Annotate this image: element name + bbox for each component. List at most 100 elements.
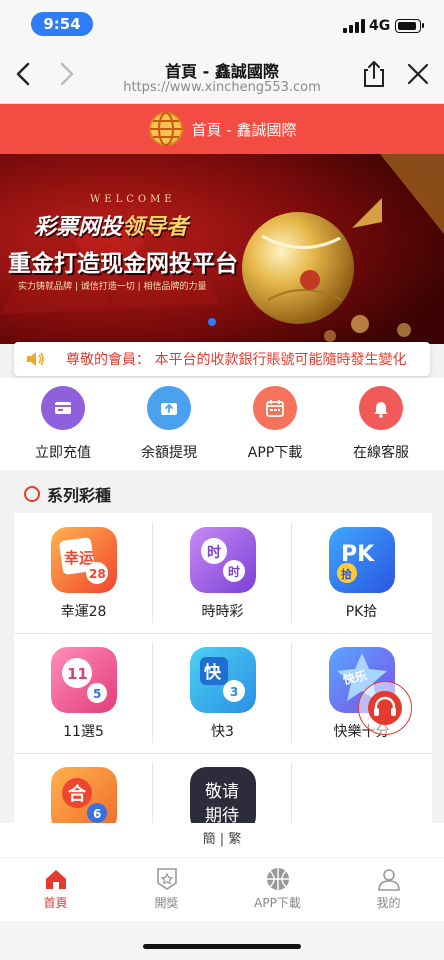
- ssc-badge-text: 时: [207, 544, 221, 561]
- tab-awards[interactable]: 開獎: [111, 858, 222, 921]
- tab-profile[interactable]: 我的: [333, 858, 444, 921]
- banner-slogan: 彩票网投领导者: [34, 209, 188, 241]
- withdraw-icon: [161, 403, 177, 415]
- calendar-icon: [266, 400, 284, 417]
- simplified-chinese-option[interactable]: 簡: [203, 832, 216, 847]
- game-ssc[interactable]: 时 时 時時彩: [153, 513, 292, 633]
- qa-icon-wrap: [359, 386, 403, 430]
- bottom-tab-bar: 首頁 開獎 APP下載 我的: [0, 857, 444, 921]
- browser-toolbar: 首頁 - 鑫誠國際 https://www.xincheng553.com: [0, 46, 444, 104]
- 11x5-graphic: 11 5: [50, 647, 117, 713]
- page-title: 首頁 - 鑫誠國際: [165, 62, 279, 81]
- status-bar: 9:54 4G: [0, 0, 444, 46]
- game-label: 時時彩: [201, 604, 244, 620]
- floating-support-button[interactable]: [358, 681, 412, 735]
- back-button[interactable]: [6, 56, 42, 92]
- game-label: 幸運28: [60, 604, 107, 620]
- 11x5-badge-text: 11: [67, 665, 88, 683]
- tab-app-download-label: APP下載: [254, 896, 301, 910]
- status-time[interactable]: 9:54: [31, 12, 93, 36]
- app-download-button[interactable]: APP下載: [225, 378, 325, 470]
- coming-soon-line2: 期待: [205, 806, 239, 823]
- withdraw-label: 余額提現: [141, 445, 197, 461]
- he-icon: 合 6: [50, 767, 117, 823]
- language-separator: |: [219, 832, 225, 847]
- lucky28-icon: 幸运 28: [50, 527, 117, 593]
- quick-actions: 立即充值 余額提現 APP下載 在線客服: [0, 378, 444, 470]
- basketball-icon: [266, 868, 289, 890]
- game-k3[interactable]: 快 3 快3: [153, 633, 292, 753]
- site-title: 首頁 - 鑫誠國際: [191, 120, 297, 139]
- he-num-text: 6: [93, 807, 101, 821]
- banner-subline: 实力铸就品牌 | 诚信打造一切 | 相信品牌的力量: [18, 282, 207, 292]
- share-icon: [364, 60, 384, 87]
- ssc-num-text: 时: [228, 564, 240, 579]
- game-label: 快3: [211, 724, 234, 740]
- k3-icon: 快 3: [189, 647, 256, 713]
- 11x5-num-text: 5: [93, 687, 101, 701]
- lottery-games-grid: 幸运 28 幸運28 时 时 時時彩 PK 拾 PK拾 11 5 11選5 快 …: [14, 513, 432, 823]
- forward-button[interactable]: [48, 56, 84, 92]
- coming-soon-line1: 敬请: [205, 782, 239, 802]
- announcement-text: 尊敬的會員： 本平台的收款銀行賬號可能隨時發生變化: [66, 352, 407, 368]
- close-button[interactable]: [400, 56, 436, 92]
- customer-service-button[interactable]: 在線客服: [331, 378, 431, 470]
- game-lucky28[interactable]: 幸运 28 幸運28: [14, 513, 153, 633]
- tab-awards-label: 開獎: [154, 896, 179, 910]
- game-pk10[interactable]: PK 拾 PK拾: [292, 513, 431, 633]
- lucky28-graphic: 幸运 28: [50, 527, 117, 593]
- tab-home[interactable]: 首頁: [0, 858, 111, 921]
- qa-icon-wrap: [41, 386, 85, 430]
- user-icon: [377, 869, 400, 891]
- section-title: 系列彩種: [47, 486, 112, 505]
- home-indicator-area: [0, 921, 444, 960]
- chevron-left-icon: [16, 62, 30, 86]
- qa-icon-wrap: [147, 386, 191, 430]
- coming-soon-icon: 敬请 期待: [189, 767, 256, 823]
- banner-welcome-text: WELCOME: [90, 194, 176, 205]
- pk10-icon: PK 拾: [328, 527, 395, 593]
- game-label: 11選5: [63, 724, 104, 740]
- banner-slogan-white: 彩票网投: [34, 215, 123, 240]
- game-label: PK拾: [345, 604, 378, 620]
- coming-soon-graphic: 敬请 期待: [189, 767, 256, 823]
- game-11x5[interactable]: 11 5 11選5: [14, 633, 153, 753]
- battery-icon: [395, 19, 424, 33]
- recharge-button[interactable]: 立即充值: [13, 378, 113, 470]
- customer-service-label: 在線客服: [353, 445, 409, 461]
- game-coming-soon[interactable]: 敬请 期待: [153, 753, 292, 823]
- k3-graphic: 快 3: [189, 647, 256, 713]
- app-download-label: APP下載: [247, 445, 303, 461]
- promo-banner[interactable]: WELCOME 彩票网投领导者 重金打造现金网投平台 实力铸就品牌 | 诚信打造…: [0, 154, 444, 344]
- headset-icon: [368, 691, 402, 725]
- share-button[interactable]: [356, 56, 392, 92]
- banner-slogan-gold: 领导者: [122, 215, 189, 240]
- traditional-chinese-option[interactable]: 繁: [228, 832, 241, 847]
- lucky28-badge-text: 幸运: [64, 549, 94, 567]
- withdraw-button[interactable]: 余額提現: [119, 378, 219, 470]
- carousel-dot-active[interactable]: [208, 318, 216, 326]
- ssc-graphic: 时 时: [189, 527, 256, 593]
- cellular-signal-icon: [343, 19, 365, 33]
- game-he[interactable]: 合 6: [14, 753, 153, 823]
- speaker-icon: [27, 352, 44, 366]
- golden-ball-icon: [242, 198, 382, 324]
- banner-headline: 重金打造现金网投平台: [8, 251, 238, 277]
- site-header: 首頁 - 鑫誠國際: [0, 104, 444, 154]
- recharge-label: 立即充值: [35, 445, 91, 461]
- pk10-num-text: 拾: [341, 567, 352, 581]
- tab-app-download[interactable]: APP下載: [222, 858, 333, 921]
- address-bar[interactable]: https://www.xincheng553.com: [100, 80, 344, 95]
- k3-num-text: 3: [230, 685, 238, 699]
- home-icon: [45, 870, 66, 889]
- tab-profile-label: 我的: [376, 896, 401, 910]
- tab-home-label: 首頁: [43, 896, 68, 910]
- qa-icon-wrap: [253, 386, 297, 430]
- pk10-graphic: PK 拾: [328, 527, 395, 593]
- announcement-marquee[interactable]: 尊敬的會員： 本平台的收款銀行賬號可能隨時發生變化: [14, 342, 430, 376]
- home-indicator[interactable]: [143, 944, 301, 949]
- ssc-icon: 时 时: [189, 527, 256, 593]
- bell-icon: [374, 402, 388, 418]
- section-header: 系列彩種: [0, 478, 444, 510]
- battery-level-fill: [397, 21, 416, 30]
